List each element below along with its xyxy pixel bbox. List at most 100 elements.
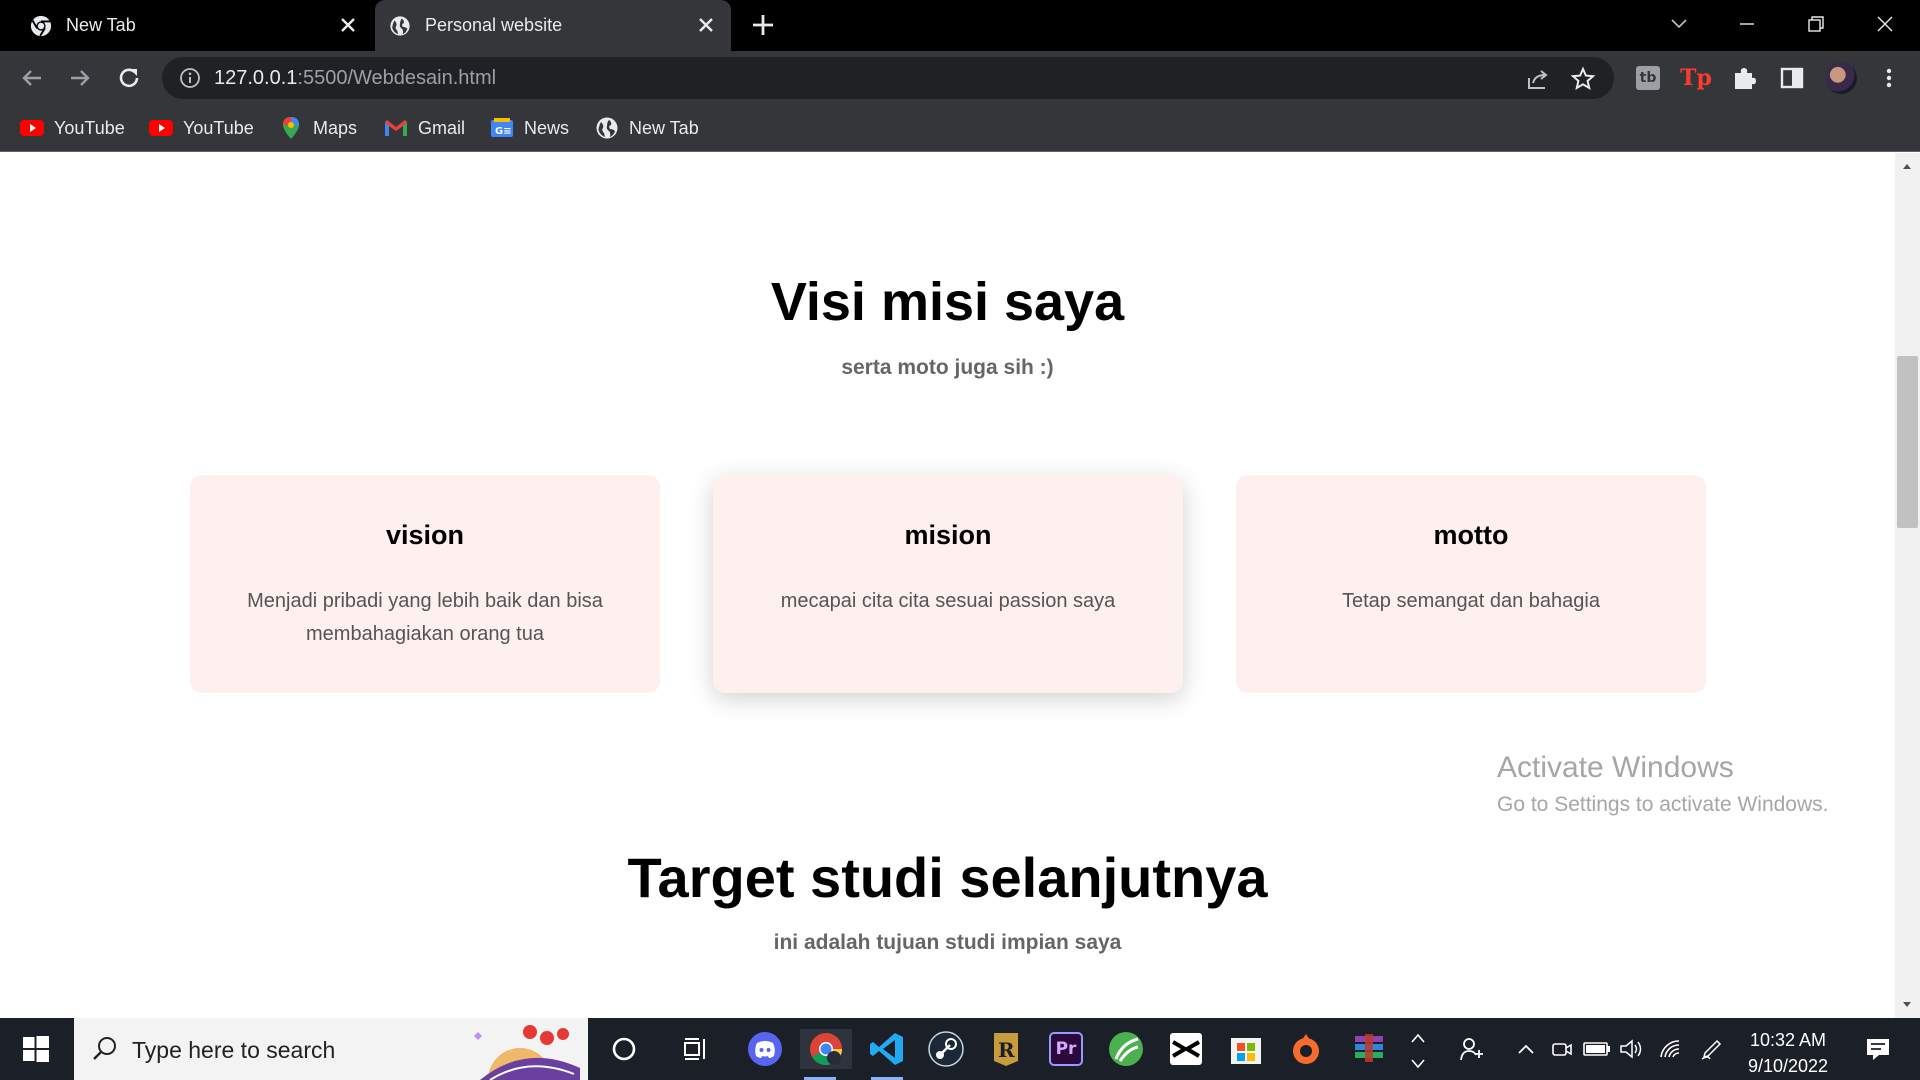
search-placeholder: Type here to search: [132, 1037, 336, 1063]
scroll-up-icon[interactable]: [1900, 159, 1914, 173]
bookmark-label: New Tab: [629, 117, 699, 138]
tp-extension-icon[interactable]: Tp: [1680, 64, 1712, 92]
bookmark-label: News: [524, 117, 570, 138]
pen-icon[interactable]: [1698, 1035, 1726, 1063]
windows-logo-icon: [23, 1036, 49, 1062]
restore-icon[interactable]: [1800, 8, 1832, 40]
card-title: motto: [1433, 520, 1509, 550]
maps-icon: [279, 116, 303, 140]
store-icon[interactable]: [1226, 1029, 1266, 1069]
tab-new-tab[interactable]: New Tab: [0, 0, 373, 51]
url-text[interactable]: 127.0.0.1:5500/Webdesain.html: [214, 67, 496, 90]
chrome-icon: [30, 15, 52, 36]
site-info-icon[interactable]: [179, 67, 201, 89]
scroll-down-icon[interactable]: [1900, 998, 1914, 1012]
section-subtitle: ini adalah tujuan studi impian saya: [773, 931, 1122, 954]
bookmark-new-tab[interactable]: New Tab: [595, 114, 699, 142]
winrar-icon[interactable]: [1349, 1029, 1389, 1069]
bookmark-youtube[interactable]: YouTube: [149, 114, 254, 142]
news-icon: G≡: [490, 116, 514, 140]
motto-card: motto Tetap semangat dan bahagia: [1236, 475, 1706, 693]
bookmarks-bar: YouTube YouTube Maps Gmail G≡ News New T…: [0, 104, 1920, 152]
clock-date: 9/10/2022: [1747, 1056, 1829, 1076]
gmail-icon: [384, 116, 408, 140]
globe-icon: [595, 116, 619, 140]
steam-icon[interactable]: [926, 1029, 966, 1069]
bookmark-gmail[interactable]: Gmail: [384, 114, 465, 142]
globe-icon: [390, 15, 410, 36]
reload-icon[interactable]: [115, 64, 143, 92]
meet-now-icon[interactable]: [1548, 1035, 1576, 1063]
taskbar-scroll-up-icon[interactable]: [1404, 1024, 1432, 1052]
address-bar[interactable]: 127.0.0.1:5500/Webdesain.html: [162, 57, 1614, 99]
url-host: 127.0.0.1: [214, 67, 298, 89]
search-highlight-art-icon: [474, 1025, 580, 1080]
tab-strip: New Tab Personal website: [0, 0, 1920, 51]
browser-toolbar: 127.0.0.1:5500/Webdesain.html tb Tp: [0, 51, 1920, 104]
taskbar-search[interactable]: Type here to search: [74, 1018, 588, 1080]
mision-card: mision mecapai cita cita sesuai passion …: [713, 475, 1183, 693]
avatar[interactable]: [1825, 62, 1857, 94]
side-panel-icon[interactable]: [1778, 64, 1806, 92]
bookmark-label: Maps: [313, 117, 358, 138]
battery-icon[interactable]: [1583, 1035, 1611, 1063]
svg-text:R: R: [998, 1038, 1015, 1062]
tb-extension-icon[interactable]: tb: [1634, 64, 1662, 92]
bookmark-label: YouTube: [183, 117, 254, 138]
bookmark-youtube[interactable]: YouTube: [20, 114, 125, 142]
activate-windows-hint: Go to Settings to activate Windows.: [1497, 793, 1829, 816]
back-icon[interactable]: [18, 64, 46, 92]
bookmark-news[interactable]: G≡ News: [490, 114, 569, 142]
tab-personal-website[interactable]: Personal website: [375, 0, 731, 51]
people-icon[interactable]: [1458, 1035, 1486, 1063]
scrollbar[interactable]: [1895, 153, 1920, 1018]
show-hidden-icons-icon[interactable]: [1512, 1035, 1540, 1063]
star-icon[interactable]: [1570, 66, 1596, 92]
section-subtitle: serta moto juga sih :): [841, 356, 1054, 379]
vscode-icon[interactable]: [867, 1029, 907, 1080]
card-title: vision: [385, 520, 465, 550]
menu-kebab-icon[interactable]: [1875, 64, 1903, 92]
close-window-icon[interactable]: [1869, 8, 1901, 40]
origin-icon[interactable]: [1286, 1029, 1326, 1069]
forward-icon[interactable]: [66, 64, 94, 92]
close-icon[interactable]: [695, 14, 717, 36]
notification-center-icon[interactable]: [1862, 1033, 1894, 1065]
taskbar-scroll-down-icon[interactable]: [1404, 1050, 1432, 1078]
chrome-taskbar-icon[interactable]: [800, 1029, 852, 1080]
start-button[interactable]: [0, 1018, 72, 1080]
vision-card: vision Menjadi pribadi yang lebih baik d…: [190, 475, 660, 693]
url-path: :5500/Webdesain.html: [297, 67, 497, 89]
youtube-icon: [149, 116, 173, 140]
card-text: Tetap semangat dan bahagia: [1342, 590, 1600, 612]
tab-search-icon[interactable]: [1663, 8, 1695, 40]
activate-windows-title: Activate Windows: [1497, 751, 1734, 784]
task-view-icon[interactable]: [676, 1029, 716, 1069]
premiere-icon[interactable]: Pr: [1046, 1029, 1086, 1069]
green-app-icon[interactable]: [1106, 1029, 1146, 1069]
minimize-icon[interactable]: [1731, 8, 1763, 40]
taskbar-clock[interactable]: 10:32 AM 9/10/2022: [1726, 1027, 1850, 1079]
screen: New Tab Personal website 127.0.0.1:5500/…: [0, 0, 1920, 1080]
volume-icon[interactable]: [1618, 1035, 1646, 1063]
discord-icon[interactable]: [745, 1029, 785, 1069]
card-text: Menjadi pribadi yang lebih baik dan bisa…: [247, 590, 603, 645]
scrollbar-thumb[interactable]: [1897, 356, 1918, 528]
capcut-icon[interactable]: [1166, 1029, 1206, 1069]
bookmark-maps[interactable]: Maps: [279, 114, 357, 142]
clock-time: 10:32 AM: [1749, 1030, 1827, 1050]
puzzle-icon[interactable]: [1730, 64, 1758, 92]
page-viewport[interactable]: Visi misi saya serta moto juga sih :) vi…: [0, 153, 1920, 1018]
riot-icon[interactable]: R: [986, 1029, 1026, 1069]
plus-icon[interactable]: [750, 12, 776, 38]
youtube-icon: [20, 116, 44, 140]
close-icon[interactable]: [337, 14, 359, 36]
search-icon: [93, 1037, 116, 1060]
cortana-icon[interactable]: [604, 1029, 644, 1069]
bookmark-label: YouTube: [54, 117, 125, 138]
tab-title: Personal website: [425, 15, 563, 35]
share-icon[interactable]: [1525, 66, 1551, 92]
section-title: Visi misi saya: [770, 272, 1125, 332]
card-text: mecapai cita cita sesuai passion saya: [780, 590, 1116, 612]
wifi-icon[interactable]: [1657, 1035, 1685, 1063]
